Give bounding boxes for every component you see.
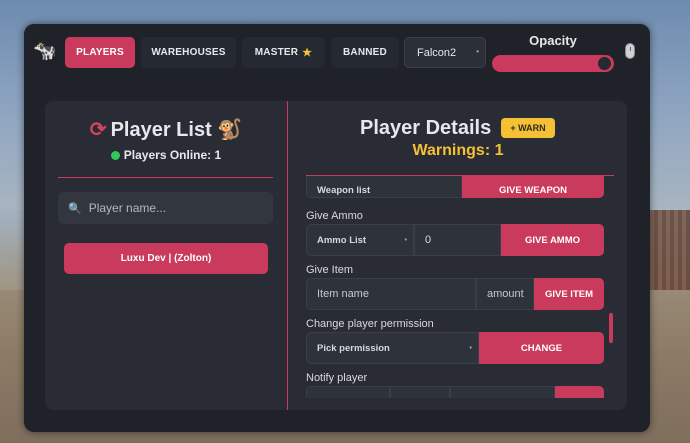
tab-label: PLAYERS: [76, 47, 124, 58]
give-item-row: Item name amount GIVE ITEM: [306, 278, 604, 310]
give-ammo-button[interactable]: GIVE AMMO: [501, 224, 604, 256]
tab-warehouses[interactable]: WAREHOUSES: [141, 37, 236, 68]
scrollbar[interactable]: [609, 313, 613, 343]
tab-label: MASTER: [254, 47, 299, 58]
notify-message-input[interactable]: [450, 386, 555, 398]
item-name-input[interactable]: Item name: [306, 278, 476, 310]
item-name-placeholder: Item name: [317, 288, 369, 300]
permission-select[interactable]: Pick permission •: [306, 332, 479, 364]
item-amount-input[interactable]: amount: [476, 278, 534, 310]
change-permission-label: CHANGE: [520, 342, 563, 354]
notify-button[interactable]: [555, 386, 604, 398]
online-dot-icon: [110, 151, 120, 160]
tab-players[interactable]: PLAYERS: [65, 37, 135, 68]
animal-logo-icon: 🐄: [33, 41, 57, 62]
player-actions-scroll[interactable]: Weapon list GIVE WEAPON Give Ammo Ammo L…: [306, 176, 606, 398]
ammo-select[interactable]: Ammo List •: [306, 224, 414, 256]
background-structure: [650, 210, 690, 290]
give-weapon-button[interactable]: GIVE WEAPON: [462, 176, 604, 198]
notify-row: [306, 386, 604, 398]
ammo-amount-input[interactable]: 0: [414, 224, 501, 256]
search-icon: 🔍: [68, 202, 82, 215]
chevron-down-icon: •: [476, 47, 479, 56]
notify-type-select[interactable]: [306, 386, 390, 398]
opacity-slider-knob[interactable]: [598, 57, 611, 70]
server-select[interactable]: Falcon2 •: [404, 37, 486, 68]
left-divider: [58, 177, 273, 178]
player-list-title-text: Player List: [110, 119, 212, 141]
weapon-select[interactable]: Weapon list: [306, 176, 462, 198]
player-search[interactable]: 🔍: [58, 192, 273, 224]
weapon-select-value: Weapon list: [317, 184, 371, 196]
chevron-down-icon: •: [469, 345, 472, 352]
mouse-icon[interactable]: [625, 43, 635, 59]
star-icon: ★: [302, 47, 313, 59]
give-weapon-row: Weapon list GIVE WEAPON: [306, 176, 604, 198]
monkey-icon: 🐒: [217, 119, 243, 141]
tab-label: BANNED: [343, 47, 387, 58]
ammo-amount-value: 0: [425, 234, 432, 246]
players-online: Players Online: 1: [45, 148, 287, 162]
player-list-item[interactable]: Luxu Dev | (Zolton): [64, 243, 268, 274]
permission-label: Change player permission: [306, 318, 434, 330]
player-name: Luxu Dev | (Zolton): [120, 253, 212, 264]
change-permission-button[interactable]: CHANGE: [479, 332, 604, 364]
warn-button[interactable]: + WARN: [501, 118, 555, 138]
player-details-title: Player Details: [360, 117, 492, 139]
player-list-title: ⟳ Player List 🐒: [45, 117, 287, 142]
item-amount-placeholder: amount: [487, 288, 524, 300]
notify-icon-select[interactable]: [390, 386, 450, 398]
player-search-input[interactable]: [86, 200, 261, 216]
permission-row: Pick permission • CHANGE: [306, 332, 604, 364]
players-online-text: Players Online: 1: [123, 148, 222, 162]
sync-icon[interactable]: ⟳: [90, 119, 107, 141]
notify-label: Notify player: [306, 372, 368, 384]
give-item-label: Give Item: [306, 264, 354, 276]
give-ammo-row: Ammo List • 0 GIVE AMMO: [306, 224, 604, 256]
server-select-value: Falcon2: [417, 46, 457, 59]
tab-master[interactable]: MASTER ★: [242, 37, 325, 68]
opacity-label: Opacity: [529, 33, 577, 48]
permission-select-value: Pick permission: [317, 342, 390, 354]
give-item-label: GIVE ITEM: [544, 288, 594, 300]
warnings-count: Warnings: 1: [412, 142, 504, 159]
opacity-slider[interactable]: [492, 55, 614, 72]
give-item-button[interactable]: GIVE ITEM: [534, 278, 604, 310]
chevron-down-icon: •: [404, 237, 407, 244]
give-ammo-label: Give Ammo: [306, 210, 363, 222]
tab-banned[interactable]: BANNED: [331, 37, 399, 68]
tab-label: WAREHOUSES: [151, 47, 226, 58]
give-weapon-label: GIVE WEAPON: [498, 184, 568, 196]
ammo-select-value: Ammo List: [317, 234, 367, 246]
give-ammo-label: GIVE AMMO: [524, 234, 581, 246]
